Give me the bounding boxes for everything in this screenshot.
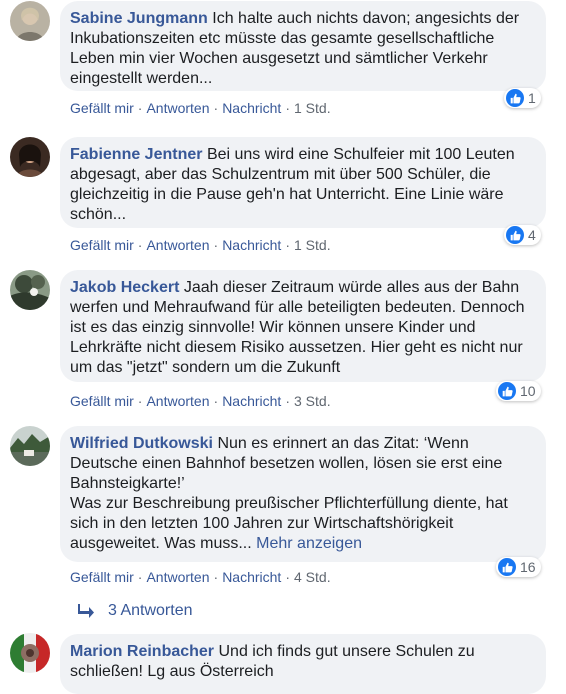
like-link[interactable]: Gefällt mir <box>70 100 134 116</box>
reply-link[interactable]: Antworten <box>146 393 209 409</box>
avatar[interactable] <box>10 426 50 466</box>
like-link[interactable]: Gefällt mir <box>70 569 134 585</box>
reaction-count[interactable]: 4 <box>504 225 541 245</box>
reaction-count[interactable]: 16 <box>496 557 541 577</box>
like-link[interactable]: Gefällt mir <box>70 237 134 253</box>
reaction-number: 16 <box>520 559 536 575</box>
timestamp[interactable]: 1 Std. <box>294 100 331 116</box>
comment-actions: Gefällt mir · Antworten · Nachricht · 3 Std. <box>70 393 331 409</box>
comment-bubble: Jakob Heckert Jaah dieser Zeitraum würde… <box>60 270 546 382</box>
message-link[interactable]: Nachricht <box>222 100 281 116</box>
comment-author[interactable]: Wilfried Dutkowski <box>70 435 213 452</box>
comment-bubble: Fabienne Jentner Bei uns wird eine Schul… <box>60 137 546 228</box>
avatar[interactable] <box>10 270 50 310</box>
view-replies-link[interactable]: 3 Antworten <box>78 602 193 620</box>
timestamp[interactable]: 3 Std. <box>294 393 331 409</box>
comment-bubble: Wilfried Dutkowski Nun es erinnert an da… <box>60 426 546 562</box>
reaction-number: 4 <box>528 227 536 243</box>
comment-bubble: Marion Reinbacher Und ich finds gut unse… <box>60 634 546 694</box>
like-icon <box>506 89 524 107</box>
comment-author[interactable]: Marion Reinbacher <box>70 643 214 660</box>
reaction-number: 10 <box>520 383 536 399</box>
show-more-link[interactable]: Mehr anzeigen <box>256 535 362 552</box>
avatar[interactable] <box>10 137 50 177</box>
replies-label[interactable]: 3 Antworten <box>108 602 193 620</box>
comment-author[interactable]: Jakob Heckert <box>70 279 179 296</box>
reply-arrow-icon <box>78 604 94 618</box>
avatar[interactable] <box>10 1 50 41</box>
comment-author[interactable]: Sabine Jungmann <box>70 10 208 27</box>
like-icon <box>498 558 516 576</box>
avatar[interactable] <box>10 633 50 673</box>
comment-bubble: Sabine Jungmann Ich halte auch nichts da… <box>60 1 546 91</box>
timestamp[interactable]: 4 Std. <box>294 569 331 585</box>
message-link[interactable]: Nachricht <box>222 393 281 409</box>
reaction-count[interactable]: 10 <box>496 381 541 401</box>
comment-actions: Gefällt mir · Antworten · Nachricht · 1 Std. <box>70 100 331 116</box>
like-icon <box>498 382 516 400</box>
reply-link[interactable]: Antworten <box>146 237 209 253</box>
reply-link[interactable]: Antworten <box>146 100 209 116</box>
reaction-number: 1 <box>528 90 536 106</box>
like-icon <box>506 226 524 244</box>
timestamp[interactable]: 1 Std. <box>294 237 331 253</box>
comment-author[interactable]: Fabienne Jentner <box>70 146 202 163</box>
reaction-count[interactable]: 1 <box>504 88 541 108</box>
comment-actions: Gefällt mir · Antworten · Nachricht · 1 Std. <box>70 237 331 253</box>
like-link[interactable]: Gefällt mir <box>70 393 134 409</box>
comment-actions: Gefällt mir · Antworten · Nachricht · 4 Std. <box>70 569 331 585</box>
message-link[interactable]: Nachricht <box>222 569 281 585</box>
message-link[interactable]: Nachricht <box>222 237 281 253</box>
reply-link[interactable]: Antworten <box>146 569 209 585</box>
